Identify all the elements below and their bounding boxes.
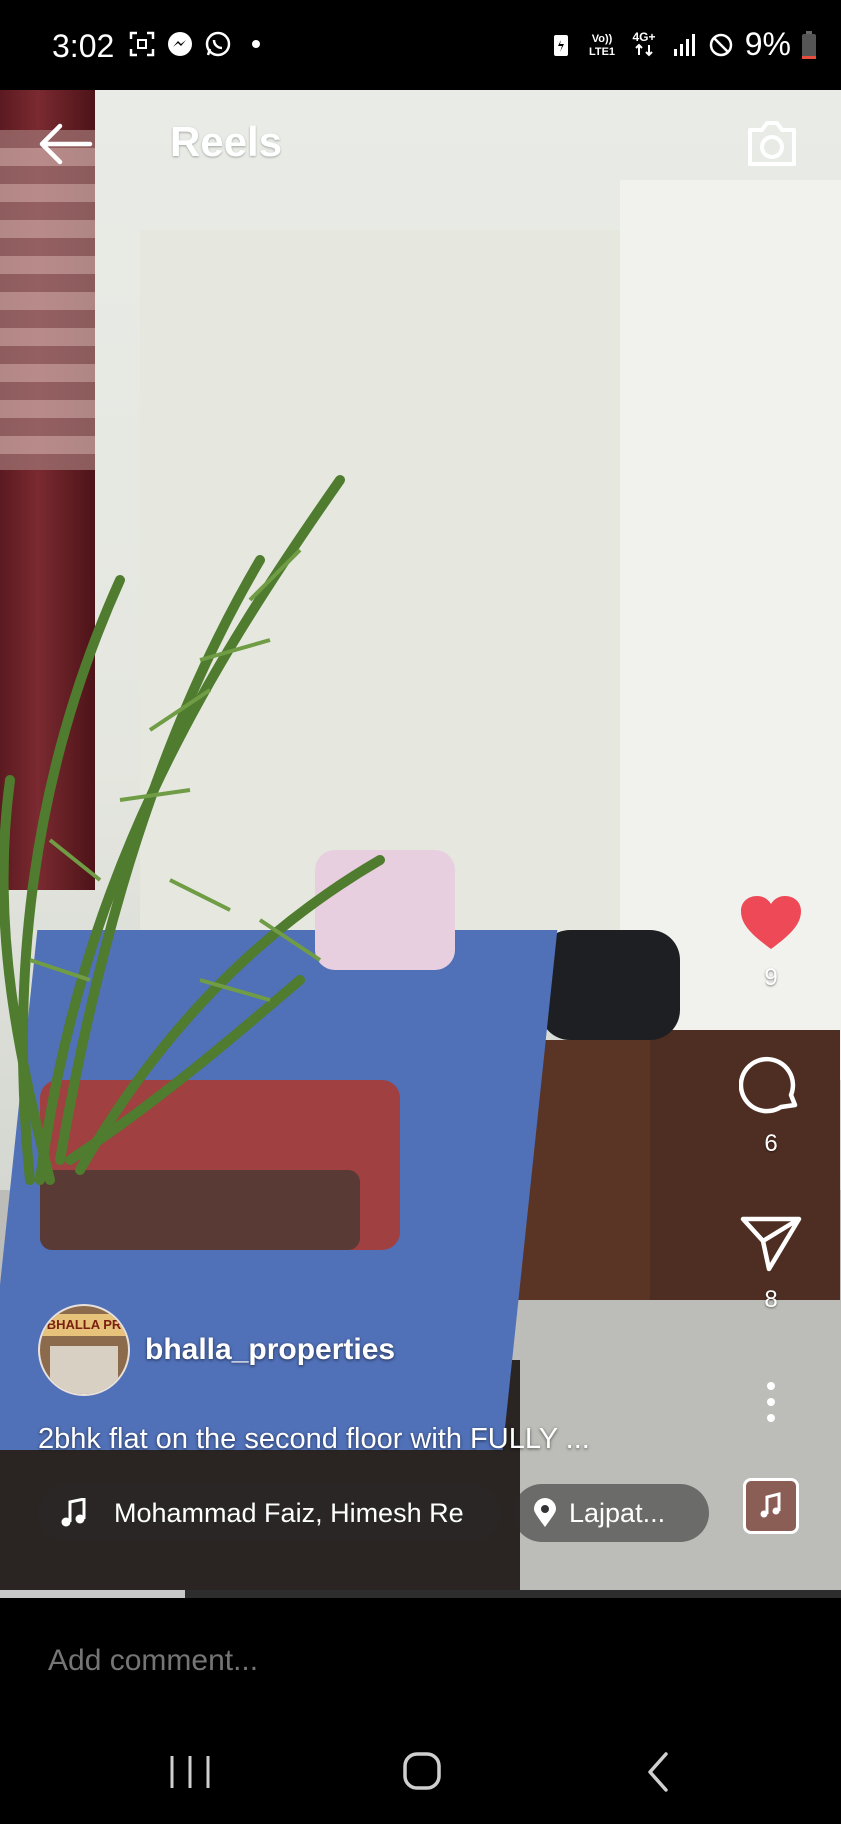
battery-saver-icon	[553, 34, 568, 56]
video-progress-bar[interactable]	[0, 1590, 841, 1598]
music-note-icon	[61, 1498, 86, 1527]
more-options-icon[interactable]	[761, 1380, 781, 1424]
bag	[540, 930, 680, 1040]
recent-apps-icon[interactable]	[160, 1748, 220, 1796]
status-left-icons	[128, 30, 270, 58]
location-pin-icon	[534, 1498, 556, 1527]
more-options	[730, 1380, 812, 1429]
dot-icon	[252, 40, 260, 48]
camera-icon[interactable]	[744, 116, 800, 170]
like-action: 9	[730, 895, 812, 992]
status-bar: 3:02 Vo)) LTE1 4G+ 9%	[0, 0, 841, 90]
volte-icon: Vo)) LTE1	[589, 33, 615, 58]
heart-icon[interactable]	[739, 895, 803, 951]
status-time: 3:02	[52, 28, 115, 64]
battery-icon	[802, 30, 816, 59]
home-icon[interactable]	[393, 1748, 453, 1796]
username[interactable]: bhalla_properties	[145, 1333, 395, 1367]
network-top-label: Vo))	[591, 33, 612, 45]
page-title: Reels	[170, 118, 283, 165]
location-name: Lajpat...	[569, 1497, 666, 1528]
audio-title: Mohammad Faiz, Himesh Re	[114, 1497, 464, 1528]
comment-icon[interactable]	[738, 1053, 803, 1117]
caption[interactable]: 2bhk flat on the second floor with FULLY…	[38, 1423, 590, 1456]
network-bottom-label: LTE1	[589, 46, 615, 58]
music-note-icon	[760, 1492, 781, 1518]
comment-count: 6	[764, 1130, 778, 1157]
messenger-icon	[168, 32, 192, 56]
comment-action: 6	[730, 1053, 812, 1158]
audio-pill[interactable]: Mohammad Faiz, Himesh Re	[38, 1484, 500, 1542]
do-not-disturb-icon	[709, 33, 732, 56]
whatsapp-icon	[205, 31, 231, 57]
plant	[0, 475, 385, 1185]
4g-icon: 4G+	[632, 30, 655, 56]
avatar-building	[50, 1346, 118, 1394]
back-nav-icon[interactable]	[630, 1748, 690, 1796]
battery-percent: 9%	[744, 26, 791, 62]
audio-thumbnail[interactable]	[743, 1478, 799, 1534]
like-count: 9	[764, 964, 778, 991]
avatar[interactable]: BHALLA PR	[38, 1304, 130, 1396]
data-type-label: 4G+	[632, 30, 655, 44]
signal-icon	[673, 33, 695, 56]
back-arrow-icon[interactable]	[36, 118, 94, 170]
status-right-icons: Vo)) LTE1 4G+ 9%	[547, 26, 817, 63]
location-pill[interactable]: Lajpat...	[513, 1484, 709, 1542]
reel-video[interactable]	[0, 90, 841, 1598]
video-progress-fill	[0, 1590, 186, 1598]
comment-input[interactable]	[46, 1643, 750, 1679]
share-action: 8	[730, 1213, 812, 1314]
avatar-sign-text: BHALLA PR	[40, 1314, 128, 1336]
screenshot-icon	[129, 31, 155, 57]
share-count: 8	[764, 1286, 778, 1313]
send-icon[interactable]	[739, 1213, 803, 1273]
